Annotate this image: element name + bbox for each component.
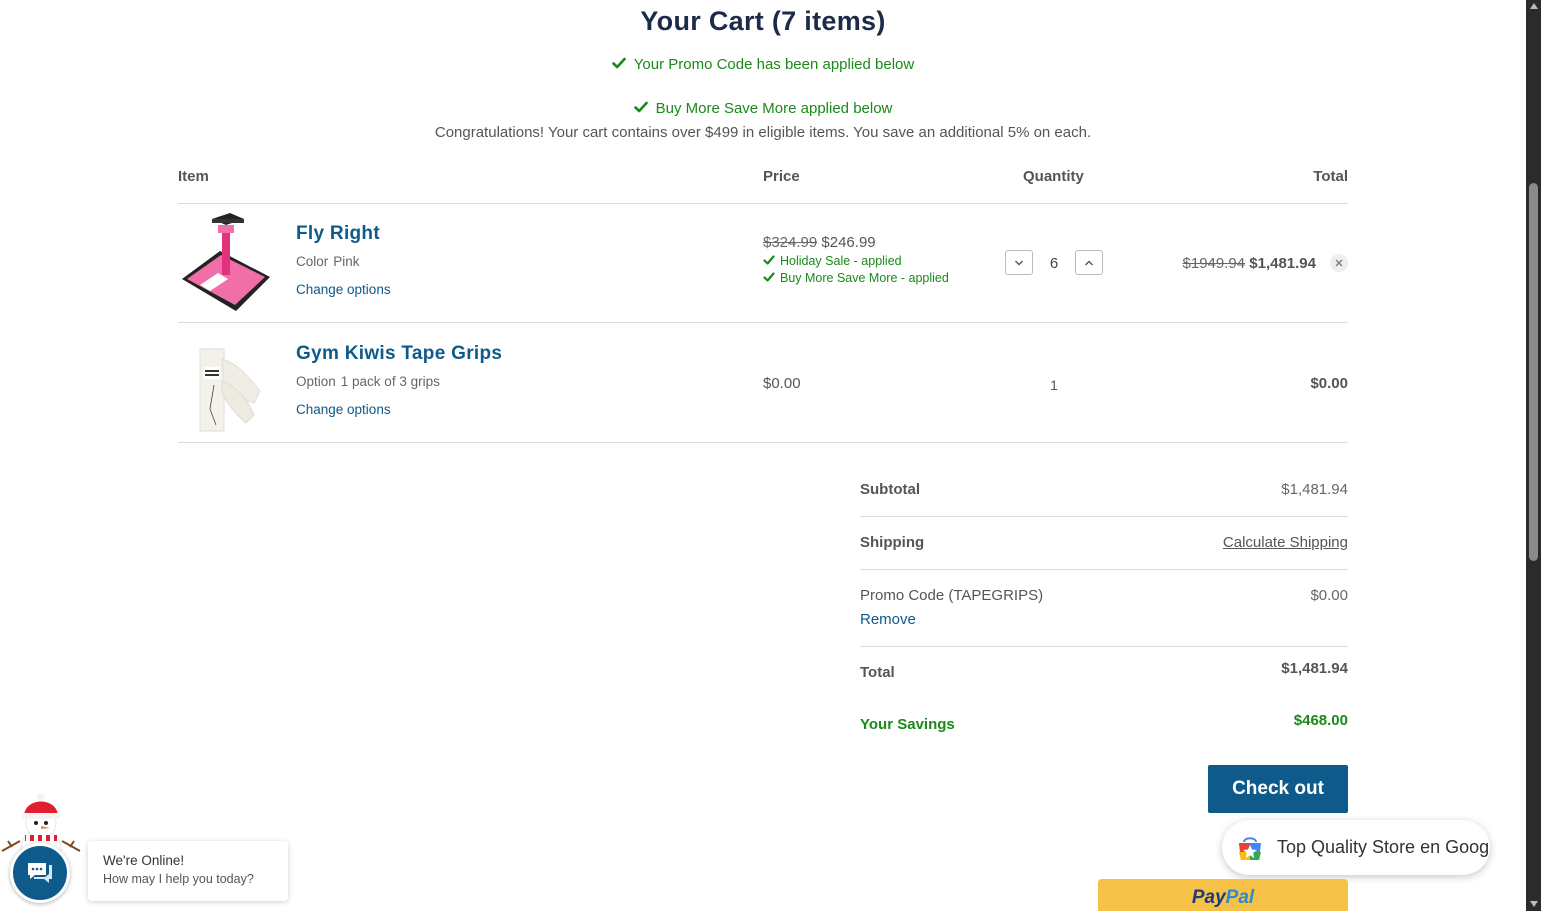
discount-text: Buy More Save More - applied xyxy=(780,271,949,285)
change-options-link[interactable]: Change options xyxy=(296,402,391,417)
original-line-total: $1949.94 xyxy=(1182,255,1246,272)
cart-row: Fly Right Color Pink Change options $324.… xyxy=(178,203,1348,323)
savings-value: $468.00 xyxy=(1293,712,1348,729)
discount-holiday: Holiday Sale - applied xyxy=(763,254,949,268)
chevron-down-icon xyxy=(1015,260,1023,265)
total-label: Total xyxy=(860,664,895,681)
vertical-scrollbar[interactable] xyxy=(1526,0,1541,911)
divider xyxy=(860,646,1348,647)
check-icon xyxy=(611,57,626,69)
product-option: Option 1 pack of 3 grips xyxy=(296,374,440,389)
paypal-logo-pal: Pal xyxy=(1225,887,1255,908)
scroll-up-arrow[interactable] xyxy=(1530,3,1538,9)
discounted-line-total: $1,481.94 xyxy=(1249,255,1316,272)
savings-label: Your Savings xyxy=(860,716,955,733)
close-icon xyxy=(1335,259,1343,267)
header-price: Price xyxy=(763,168,800,185)
option-value: Pink xyxy=(333,254,360,269)
product-name[interactable]: Gym Kiwis Tape Grips xyxy=(296,343,502,365)
remove-item-button[interactable] xyxy=(1330,254,1348,272)
promo-label: Promo Code (TAPEGRIPS) xyxy=(860,587,1044,604)
promo-applied-notice: Your Promo Code has been applied below xyxy=(0,56,1526,73)
chevron-up-icon xyxy=(1085,260,1093,265)
store-badge-text: Top Quality Store en Google xyxy=(1277,837,1490,857)
total-value: $1,481.94 xyxy=(1281,660,1348,677)
google-shopping-icon xyxy=(1239,836,1261,860)
page-title: Your Cart (7 items) xyxy=(640,6,886,36)
congrats-message: Congratulations! Your cart contains over… xyxy=(434,124,1092,141)
original-price: $324.99 xyxy=(763,234,818,251)
check-icon xyxy=(763,255,775,265)
check-icon xyxy=(763,272,775,282)
option-label: Option xyxy=(296,374,336,389)
checkout-button[interactable]: Check out xyxy=(1208,765,1348,813)
discount-bmsm: Buy More Save More - applied xyxy=(763,271,949,285)
shipping-label: Shipping xyxy=(860,534,925,551)
remove-promo-link[interactable]: Remove xyxy=(860,611,916,628)
quantity-decrease-button[interactable] xyxy=(1005,250,1033,275)
chat-prompt: How may I help you today? xyxy=(103,872,254,886)
chat-status: We're Online! xyxy=(103,853,185,868)
header-item: Item xyxy=(178,168,209,185)
calculate-shipping-link[interactable]: Calculate Shipping xyxy=(1223,534,1348,551)
scroll-thumb[interactable] xyxy=(1529,183,1538,561)
discount-text: Holiday Sale - applied xyxy=(780,254,902,268)
scroll-down-arrow[interactable] xyxy=(1530,901,1538,907)
cart-row: Gym Kiwis Tape Grips Option 1 pack of 3 g… xyxy=(178,323,1348,443)
bmsm-applied-text: Buy More Save More applied below xyxy=(655,100,893,117)
option-value: 1 pack of 3 grips xyxy=(340,374,440,389)
header-total: Total xyxy=(1313,168,1348,185)
quantity-value: 1 xyxy=(1050,377,1058,393)
item-price: $0.00 xyxy=(763,375,801,392)
divider xyxy=(860,516,1348,517)
price-block: $324.99 $246.99 Holiday Sale - applied B… xyxy=(763,234,949,285)
store-badge[interactable]: Top Quality Store en Google xyxy=(1222,820,1490,875)
sale-price: $246.99 xyxy=(821,234,876,251)
chat-button[interactable] xyxy=(10,843,70,903)
cart-table-header: Item Price Quantity Total xyxy=(178,168,1348,204)
subtotal-label: Subtotal xyxy=(860,481,920,498)
tape-grips-thumbnail[interactable] xyxy=(178,333,274,433)
divider xyxy=(860,569,1348,570)
line-total: $1949.94 $1,481.94 xyxy=(1183,255,1316,272)
check-icon xyxy=(633,101,648,113)
bmsm-applied-notice: Buy More Save More applied below xyxy=(0,100,1526,117)
line-total: $0.00 xyxy=(1310,375,1348,392)
chat-greeting[interactable]: We're Online! How may I help you today? xyxy=(88,841,288,901)
product-option: Color Pink xyxy=(296,254,360,269)
option-label: Color xyxy=(296,254,329,269)
promo-applied-text: Your Promo Code has been applied below xyxy=(633,56,915,73)
change-options-link[interactable]: Change options xyxy=(296,282,391,297)
header-quantity: Quantity xyxy=(1023,168,1084,185)
fly-right-thumbnail[interactable] xyxy=(178,213,274,313)
chat-icon xyxy=(28,863,52,883)
product-name[interactable]: Fly Right xyxy=(296,223,380,245)
quantity-value[interactable]: 6 xyxy=(1044,255,1064,272)
paypal-button[interactable]: Pay Pal xyxy=(1098,879,1348,911)
promo-value: $0.00 xyxy=(1310,587,1348,604)
paypal-logo-pay: Pay xyxy=(1191,887,1226,908)
quantity-increase-button[interactable] xyxy=(1075,250,1103,275)
subtotal-value: $1,481.94 xyxy=(1281,481,1348,498)
